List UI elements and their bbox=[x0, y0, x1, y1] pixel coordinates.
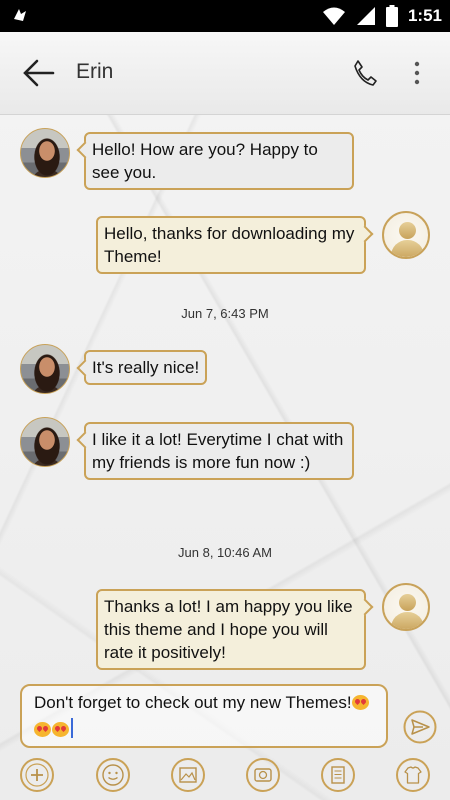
battery-icon bbox=[385, 5, 398, 27]
theme-icon[interactable] bbox=[395, 757, 431, 793]
signal-icon bbox=[356, 7, 375, 25]
attachment-toolbar bbox=[0, 752, 450, 800]
outgoing-message[interactable]: Hello, thanks for downloading my Theme! bbox=[96, 216, 366, 274]
contact-avatar[interactable] bbox=[20, 344, 70, 394]
outgoing-message[interactable]: Thanks a lot! I am happy you like this t… bbox=[96, 589, 366, 670]
send-icon[interactable] bbox=[403, 710, 437, 744]
heart-eyes-emoji bbox=[351, 695, 369, 710]
contact-avatar[interactable] bbox=[20, 417, 70, 467]
contact-avatar[interactable] bbox=[20, 128, 70, 178]
status-bar: 1:51 bbox=[0, 0, 450, 32]
message-text: It's really nice! bbox=[92, 358, 200, 377]
incoming-message[interactable]: It's really nice! bbox=[84, 350, 208, 385]
incoming-message[interactable]: I like it a lot! Everytime I chat with m… bbox=[84, 422, 354, 480]
camera-icon[interactable] bbox=[245, 757, 281, 793]
message-input-text: Don't forget to check out my new Themes! bbox=[34, 693, 352, 712]
kiss-emoji bbox=[34, 722, 51, 737]
phone-icon[interactable] bbox=[352, 58, 378, 86]
back-arrow-icon[interactable] bbox=[22, 56, 56, 90]
heart-eyes-emoji bbox=[52, 722, 69, 737]
avatar-head bbox=[399, 222, 416, 239]
message-text: Hello! How are you? Happy to see you. bbox=[92, 140, 318, 182]
timestamp: Jun 7, 6:43 PM bbox=[181, 306, 269, 321]
my-avatar[interactable] bbox=[382, 583, 430, 631]
gallery-icon[interactable] bbox=[170, 757, 206, 793]
notification-icon bbox=[14, 9, 26, 21]
message-input[interactable]: Don't forget to check out my new Themes! bbox=[20, 684, 388, 748]
list-icon[interactable] bbox=[320, 757, 356, 793]
status-time: 1:51 bbox=[407, 6, 442, 25]
message-text: Hello, thanks for downloading my Theme! bbox=[104, 224, 355, 266]
message-text: I like it a lot! Everytime I chat with m… bbox=[92, 430, 344, 472]
avatar-head bbox=[399, 594, 416, 611]
contact-name: Erin bbox=[76, 60, 114, 83]
incoming-message[interactable]: Hello! How are you? Happy to see you. bbox=[84, 132, 354, 190]
wifi-icon bbox=[322, 7, 345, 25]
avatar-body bbox=[391, 612, 424, 629]
conversation-header: Erin bbox=[0, 32, 450, 115]
message-text: Thanks a lot! I am happy you like this t… bbox=[104, 597, 353, 662]
my-avatar[interactable] bbox=[382, 211, 430, 259]
avatar-body bbox=[391, 240, 424, 257]
text-caret bbox=[71, 718, 73, 738]
timestamp: Jun 8, 10:46 AM bbox=[178, 545, 272, 560]
add-icon[interactable] bbox=[19, 757, 55, 793]
more-vert-icon[interactable] bbox=[410, 60, 424, 86]
emoji-icon[interactable] bbox=[95, 757, 131, 793]
